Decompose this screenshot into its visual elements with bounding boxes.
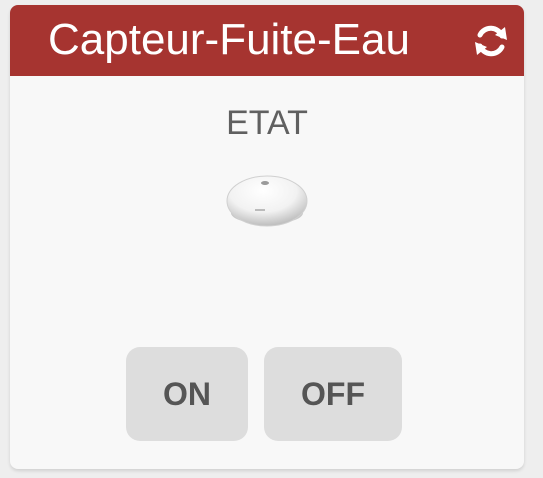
widget-header: Capteur-Fuite-Eau bbox=[10, 5, 524, 76]
on-button[interactable]: ON bbox=[126, 347, 248, 441]
state-label: ETAT bbox=[226, 104, 308, 142]
sensor-widget: Capteur-Fuite-Eau ETAT ON OFF bbox=[10, 5, 524, 469]
water-leak-sensor-icon bbox=[225, 167, 309, 229]
widget-title: Capteur-Fuite-Eau bbox=[48, 15, 410, 64]
refresh-icon[interactable] bbox=[471, 21, 511, 61]
off-button[interactable]: OFF bbox=[264, 347, 402, 441]
